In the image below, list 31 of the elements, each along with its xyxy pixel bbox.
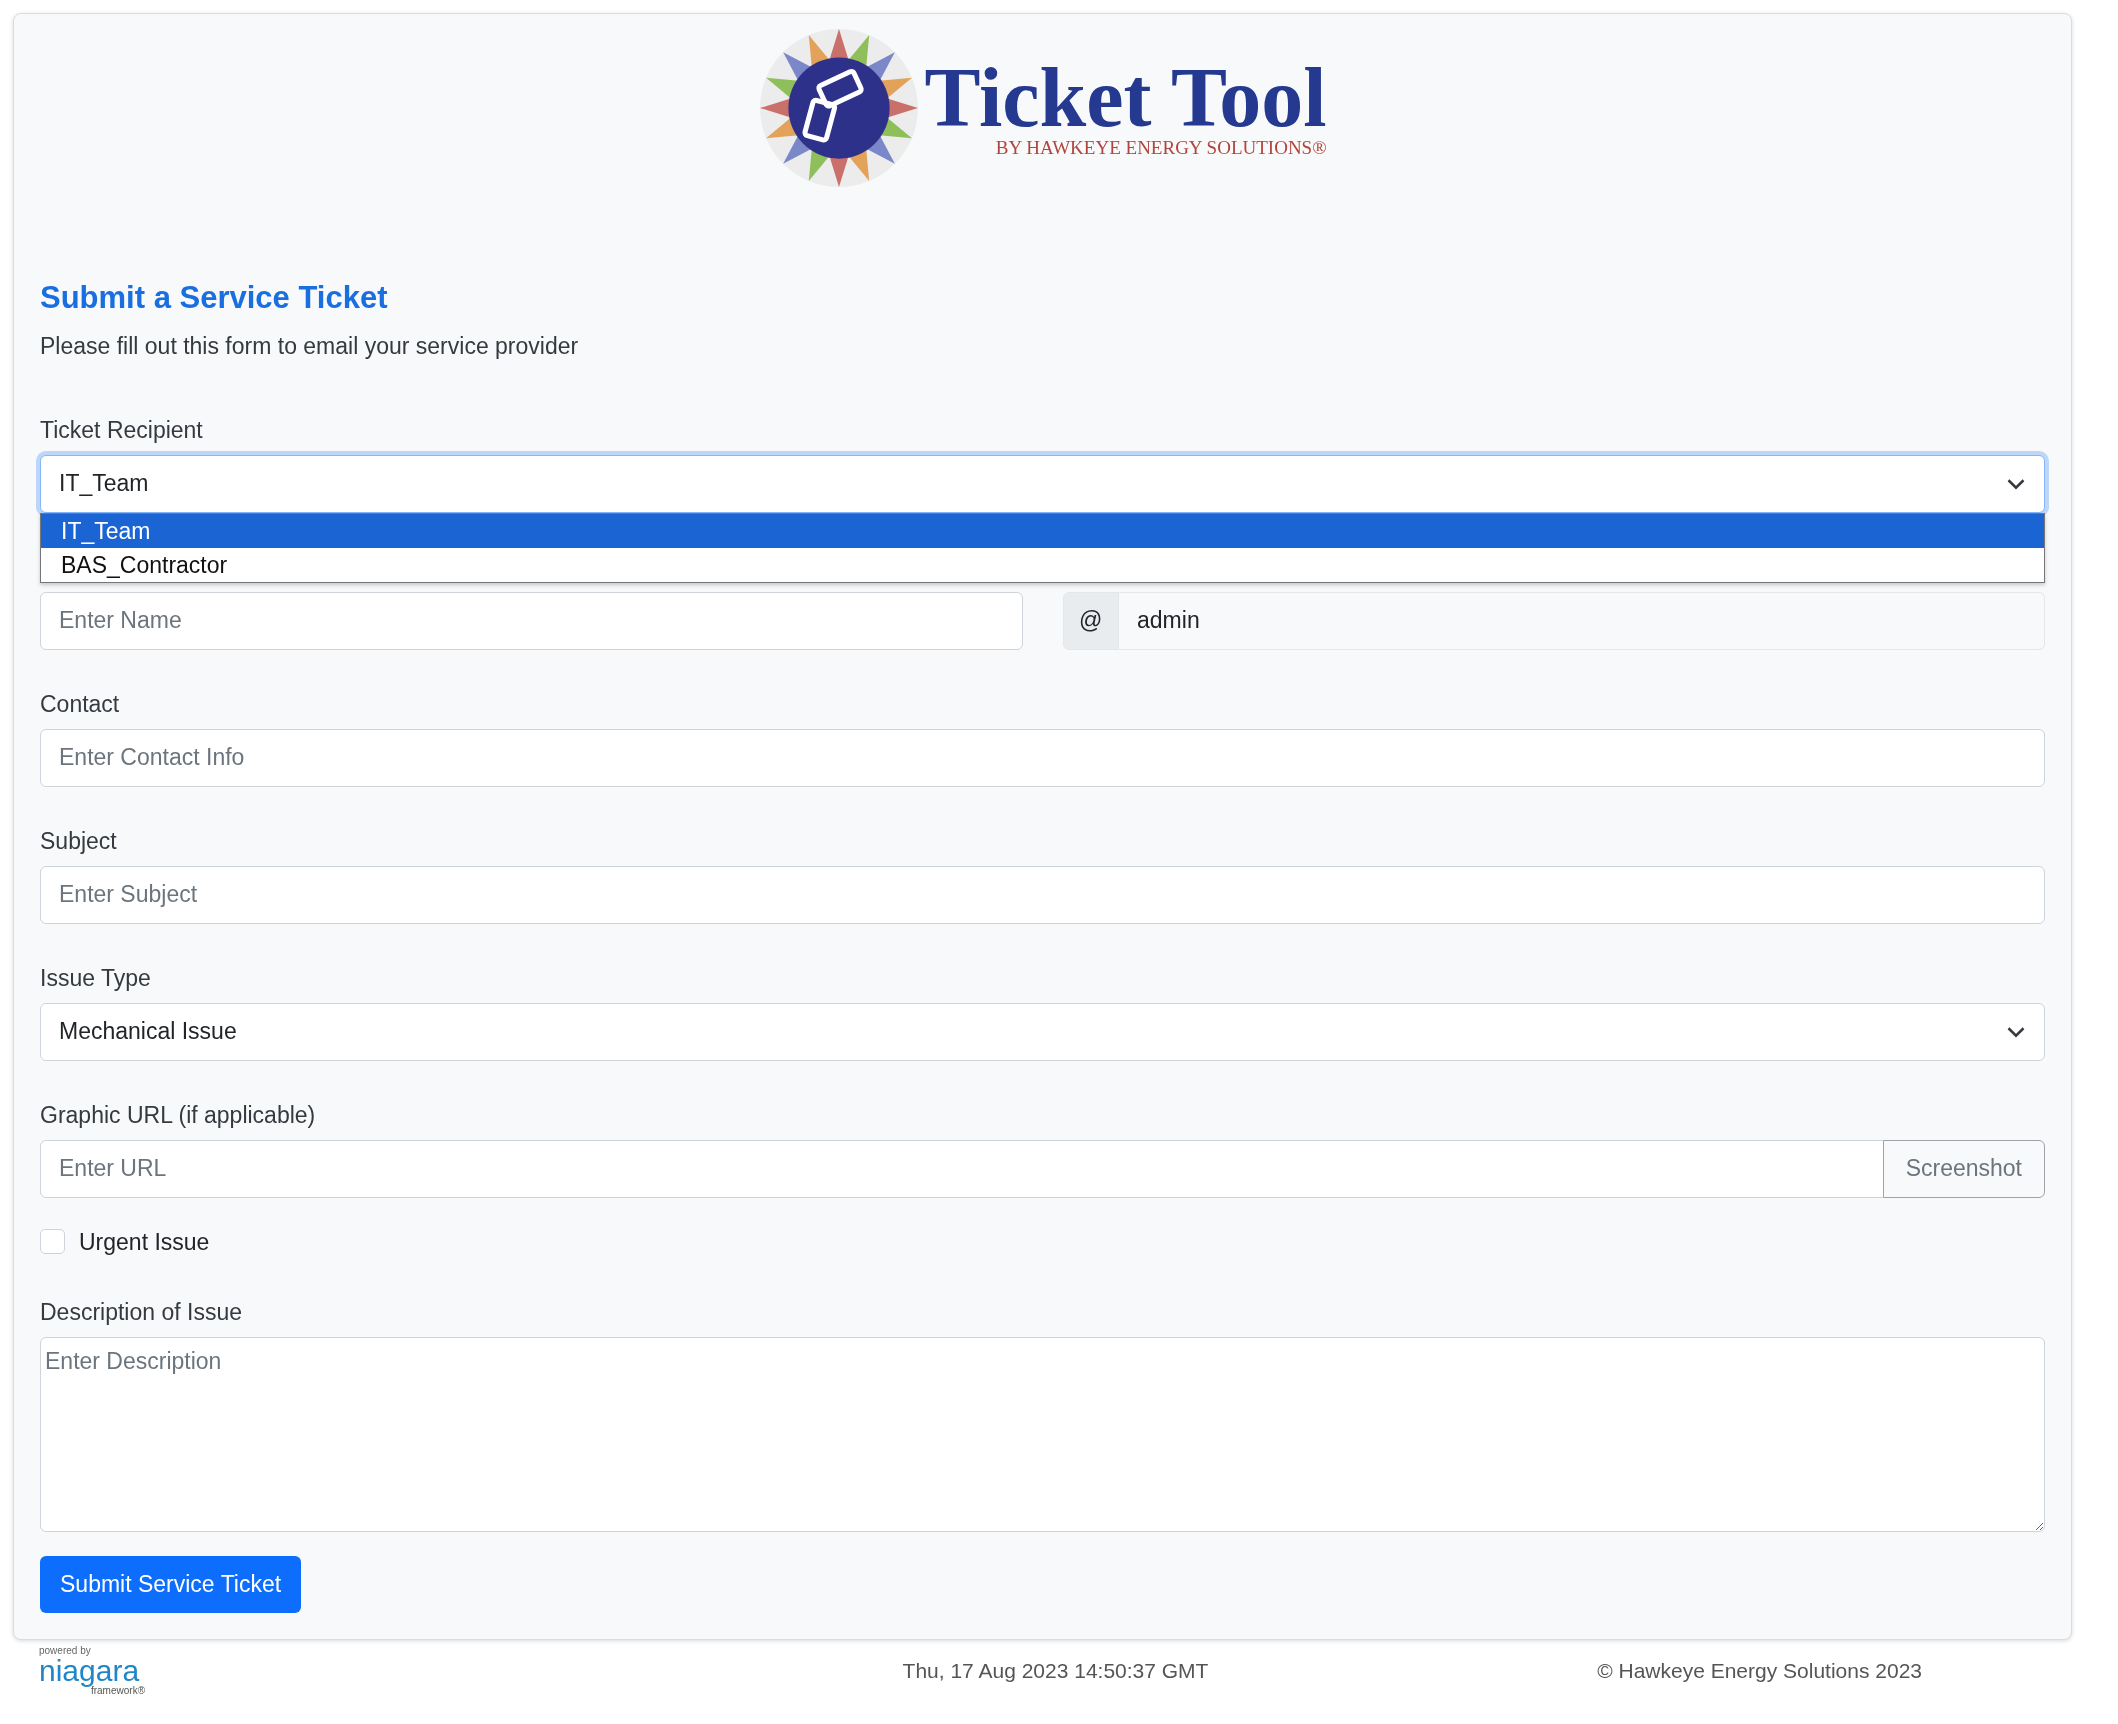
powered-by-text: powered by: [39, 1646, 92, 1656]
at-prefix: @: [1062, 591, 1120, 650]
subject-input[interactable]: Enter Subject: [40, 865, 2045, 924]
contact-input[interactable]: Enter Contact Info: [40, 728, 2045, 787]
form-intro: Please fill out this form to email your service provider: [40, 331, 580, 361]
field-label: Graphic URL (if applicable): [40, 1100, 317, 1130]
sunburst-ticket-icon: [758, 26, 921, 189]
logo-tagline: BY HAWKEYE ENERGY SOLUTIONS®: [995, 137, 1327, 158]
dropdown-option[interactable]: IT_Team: [41, 513, 2044, 548]
field-label: Ticket Recipient: [40, 415, 204, 445]
urgent-checkbox[interactable]: [40, 1229, 65, 1255]
description-textarea[interactable]: Enter Description: [40, 1336, 2045, 1532]
framework-text: framework®: [90, 1686, 145, 1696]
checkbox-label: Urgent Issue: [79, 1227, 210, 1257]
logo-title: Ticket Tool: [924, 57, 1327, 138]
copyright-text: © Hawkeye Energy Solutions 2023: [1597, 1659, 1922, 1683]
niagara-logo-text: niagara: [39, 1656, 140, 1686]
issue-type-select[interactable]: Mechanical Issue: [40, 1002, 2045, 1061]
timestamp: Thu, 17 Aug 2023 14:50:37 GMT: [902, 1659, 1209, 1683]
url-input[interactable]: Enter URL: [40, 1139, 1884, 1198]
username-input[interactable]: admin: [1119, 591, 2045, 650]
submit-button[interactable]: Submit Service Ticket: [40, 1555, 302, 1613]
screenshot-button[interactable]: Screenshot: [1882, 1139, 2045, 1198]
recipient-select[interactable]: IT_Team: [40, 454, 2045, 513]
field-label: Issue Type: [40, 963, 152, 993]
form-heading: Submit a Service Ticket: [40, 278, 389, 317]
dropdown-option[interactable]: BAS_Contractor: [41, 547, 2044, 582]
field-label: Subject: [40, 826, 118, 856]
field-label: Description of Issue: [40, 1297, 243, 1327]
name-input[interactable]: Enter Name: [40, 591, 1023, 650]
field-label: Contact: [40, 689, 121, 719]
